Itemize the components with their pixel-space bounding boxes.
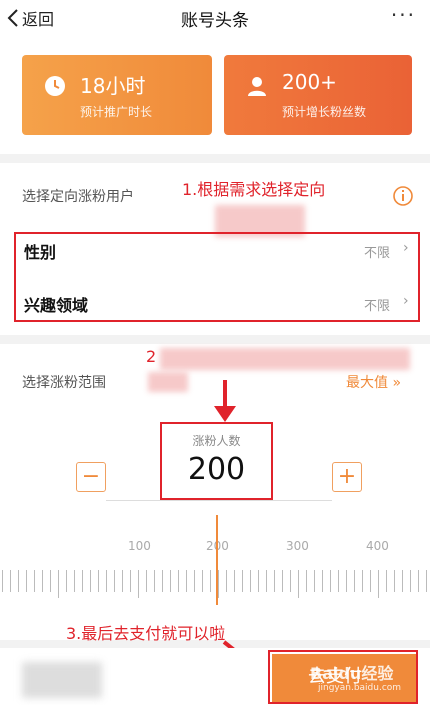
double-chevron-right-icon: » [392, 375, 402, 391]
ruler-tick [346, 570, 347, 592]
info-icon[interactable] [392, 185, 414, 207]
ruler-tick [130, 570, 131, 592]
user-icon [248, 77, 266, 96]
ruler-tick [282, 570, 283, 592]
gender-row-label[interactable]: 性别 [24, 239, 56, 263]
followers-value: 200+ [282, 70, 337, 94]
ruler-tick [314, 570, 315, 592]
ruler-tick [186, 570, 187, 592]
annotation-step-1: 1.根据需求选择定向 [182, 180, 326, 199]
ruler-tick [410, 570, 411, 592]
ruler-tick [10, 570, 11, 592]
range-section-label: 选择涨粉范围 [22, 375, 106, 391]
ruler-tick [394, 570, 395, 592]
ruler-tick [266, 570, 267, 592]
ruler-tick [234, 570, 235, 592]
ruler-tick [74, 570, 75, 592]
clock-icon [45, 76, 65, 96]
ruler-tick [242, 570, 243, 592]
ruler-indicator[interactable] [216, 515, 218, 605]
ruler-tick [338, 570, 339, 592]
stepper-baseline [106, 500, 332, 501]
ruler-tick [218, 570, 219, 598]
ruler-tick [154, 570, 155, 592]
blurred-annotation [148, 372, 188, 392]
ruler-tick [146, 570, 147, 592]
ruler-tick [274, 570, 275, 592]
ruler-label: 400 [366, 539, 389, 553]
ruler-tick [34, 570, 35, 592]
annotation-step-3: 3.最后去支付就可以啦 [66, 624, 226, 643]
ruler-tick [18, 570, 19, 592]
ruler-tick [370, 570, 371, 592]
annotation-step-2: 2 [146, 347, 157, 366]
ruler-tick [178, 570, 179, 592]
ruler-tick [250, 570, 251, 592]
ruler-tick [330, 570, 331, 592]
interest-row-value[interactable]: 不限 [364, 295, 390, 314]
followers-card: 200+ 预计增长粉丝数 [224, 55, 412, 135]
more-options-icon[interactable]: ··· [391, 3, 416, 27]
ruler-tick [386, 570, 387, 592]
count-label: 涨粉人数 [192, 434, 241, 448]
ruler-tick [210, 570, 211, 592]
ruler-tick [170, 570, 171, 592]
arrow-down-annotation [214, 380, 236, 422]
baidu-watermark-url: jingyan.baidu.com [318, 683, 402, 693]
followers-label: 预计增长粉丝数 [282, 105, 367, 119]
ruler-tick [322, 570, 323, 592]
ruler-tick [290, 570, 291, 592]
ruler-tick [66, 570, 67, 592]
ruler-label: 100 [128, 539, 151, 553]
ruler-tick [362, 570, 363, 592]
page-title: 账号头条 [181, 11, 249, 31]
interest-row-label[interactable]: 兴趣领域 [24, 292, 88, 316]
ruler-tick [378, 570, 379, 598]
max-value-label: 最大值 [346, 375, 388, 391]
baidu-watermark: Baidu经验 [310, 664, 394, 683]
ruler-tick [26, 570, 27, 592]
ruler-tick [58, 570, 59, 598]
ruler-tick [162, 570, 163, 592]
ruler-tick [226, 570, 227, 592]
ruler-tick [90, 570, 91, 592]
ruler-tick [418, 570, 419, 592]
ruler-tick [114, 570, 115, 592]
ruler-tick [354, 570, 355, 592]
decrement-button[interactable]: − [76, 462, 106, 492]
ruler-tick [42, 570, 43, 592]
ruler-tick [50, 570, 51, 592]
targeting-section-label: 选择定向涨粉用户 [22, 189, 134, 205]
ruler-tick [426, 570, 427, 592]
ruler-tick [402, 570, 403, 592]
ruler-tick [194, 570, 195, 592]
ruler-tick [98, 570, 99, 592]
chevron-right-icon: › [403, 240, 409, 256]
ruler-tick [202, 570, 203, 592]
ruler-tick [2, 570, 3, 592]
increment-button[interactable]: + [332, 462, 362, 492]
duration-label: 预计推广时长 [80, 105, 153, 119]
ruler-tick [138, 570, 139, 598]
ruler-tick [122, 570, 123, 592]
chevron-right-icon: › [403, 293, 409, 309]
blurred-annotation [160, 348, 410, 370]
duration-value: 18小时 [80, 74, 146, 98]
max-value-link[interactable]: 最大值 » [346, 372, 401, 392]
ruler-tick [82, 570, 83, 592]
ruler-tick [306, 570, 307, 592]
ruler-label: 300 [286, 539, 309, 553]
count-value[interactable]: 200 [160, 452, 273, 487]
range-ruler[interactable] [0, 560, 430, 610]
duration-card: 18小时 预计推广时长 [22, 55, 212, 135]
blurred-summary [22, 662, 102, 698]
ruler-tick [298, 570, 299, 598]
ruler-tick [106, 570, 107, 592]
gender-row-value[interactable]: 不限 [364, 242, 390, 261]
ruler-tick [258, 570, 259, 592]
